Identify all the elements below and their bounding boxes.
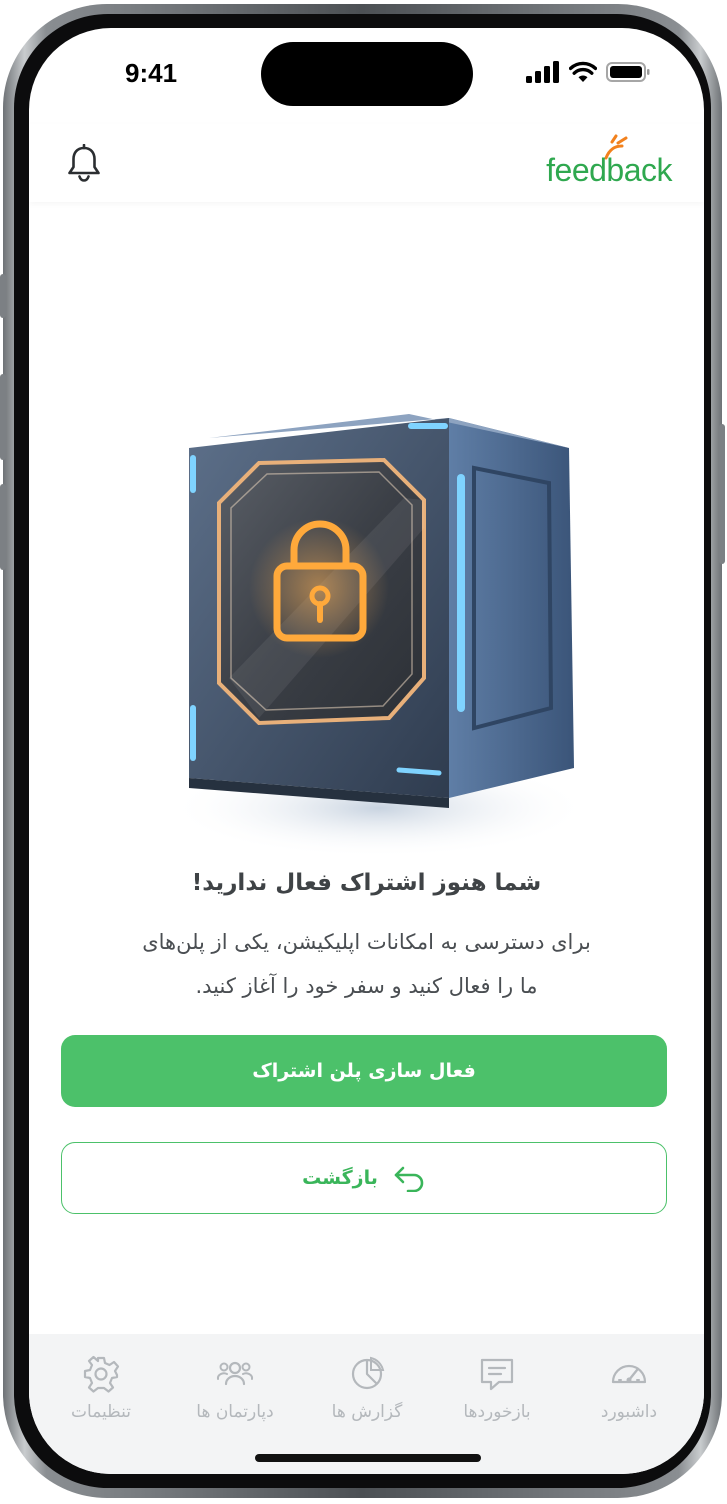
undo-arrow-icon xyxy=(394,1166,424,1192)
description-line-1: برای دسترسی به امکانات اپلیکیشن، یکی از … xyxy=(142,930,591,954)
tab-departments-label: دپارتمان ها xyxy=(196,1402,274,1422)
message-icon xyxy=(480,1358,514,1391)
bottom-tab-bar: تنظیمات دپارتمان ها گزارش ها بازخوردها د… xyxy=(29,1334,704,1474)
locked-cube-illustration xyxy=(169,414,589,858)
no-subscription-title: شما هنوز اشتراک فعال ندارید! xyxy=(191,870,542,896)
volume-up-button xyxy=(0,374,6,460)
status-time: 9:41 xyxy=(125,58,178,88)
wifi-icon xyxy=(569,61,597,82)
gauge-icon xyxy=(611,1364,647,1384)
description-line-2: ما را فعال کنید و سفر خود را آغاز کنید. xyxy=(195,974,538,998)
tab-reports-label: گزارش ها xyxy=(331,1402,403,1422)
dynamic-island xyxy=(261,42,473,106)
power-button xyxy=(719,424,725,564)
back-label: بازگشت xyxy=(302,1167,378,1189)
app-screen: 9:41 feedback شما هنوز اشتراک فعال نداری… xyxy=(29,28,704,1474)
app-header: feedback xyxy=(29,124,704,202)
tab-settings[interactable]: تنظیمات xyxy=(41,1354,161,1422)
tab-feedbacks-label: بازخوردها xyxy=(463,1402,531,1422)
cellular-signal-icon xyxy=(526,61,559,83)
home-indicator[interactable] xyxy=(255,1454,481,1462)
tab-reports[interactable]: گزارش ها xyxy=(307,1354,427,1422)
users-icon xyxy=(216,1361,254,1386)
phone-frame: 9:41 feedback شما هنوز اشتراک فعال نداری… xyxy=(0,4,725,1498)
tab-feedbacks[interactable]: بازخوردها xyxy=(437,1354,557,1422)
tab-settings-label: تنظیمات xyxy=(71,1402,131,1422)
volume-down-button xyxy=(0,484,6,570)
bell-icon[interactable] xyxy=(65,144,103,184)
tab-dashboard[interactable]: داشبورد xyxy=(569,1354,689,1422)
app-logo: feedback xyxy=(546,152,672,188)
back-button[interactable]: بازگشت xyxy=(61,1142,667,1214)
status-icons xyxy=(526,60,650,84)
tab-departments[interactable]: دپارتمان ها xyxy=(175,1354,295,1422)
status-bar: 9:41 xyxy=(29,28,704,116)
activate-plan-label: فعال سازی پلن اشتراک xyxy=(252,1060,476,1082)
no-subscription-description: برای دسترسی به امکانات اپلیکیشن، یکی از … xyxy=(65,920,668,1008)
battery-icon xyxy=(606,62,650,82)
activate-plan-button[interactable]: فعال سازی پلن اشتراک xyxy=(61,1035,667,1107)
pie-chart-icon xyxy=(351,1356,385,1390)
mute-switch xyxy=(0,274,6,318)
gear-icon xyxy=(83,1355,120,1393)
tab-dashboard-label: داشبورد xyxy=(600,1402,658,1422)
